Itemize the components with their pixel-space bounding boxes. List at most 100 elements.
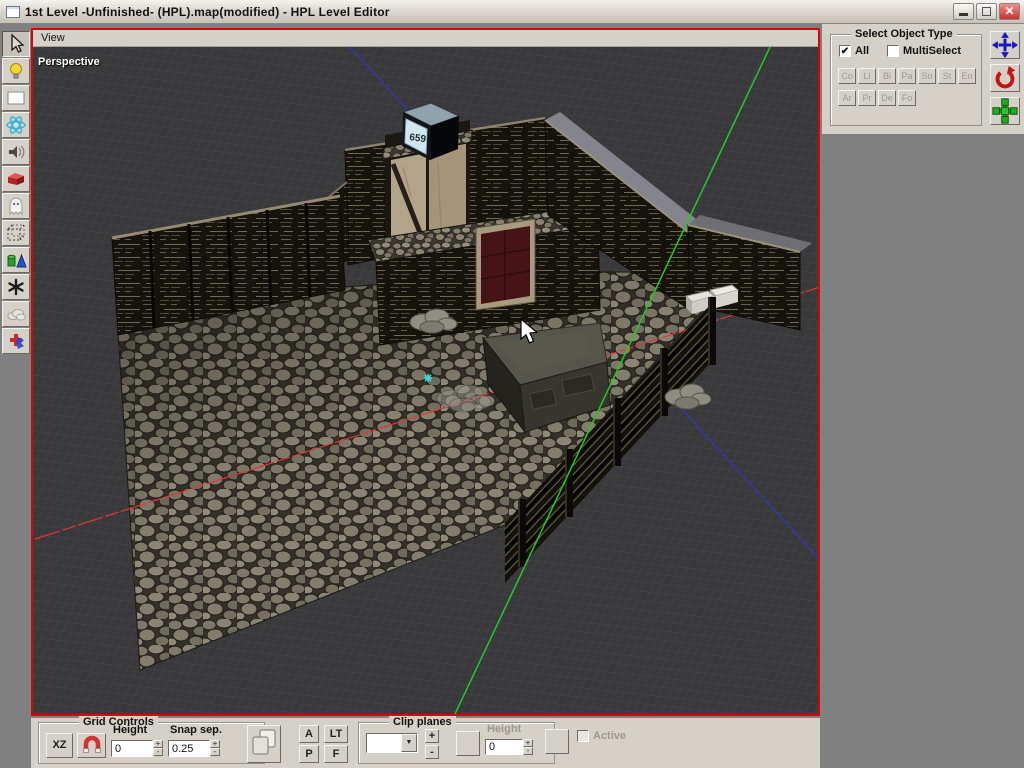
billboard-tool-button[interactable] [2, 85, 30, 111]
clip-height-label: Height [487, 723, 521, 735]
grid-plane-button[interactable]: XZ [46, 733, 73, 758]
light-bulb-icon [4, 60, 28, 82]
type-button-decal[interactable]: De [878, 90, 896, 106]
duplicate-button[interactable] [247, 725, 281, 763]
type-button-particle[interactable]: Pa [898, 68, 916, 84]
static-object-tool-button[interactable] [2, 166, 30, 192]
rotate-tool-button[interactable] [990, 64, 1020, 92]
clip-plane-dropdown[interactable]: ▼ [366, 733, 418, 753]
bottom-panel: Grid Controls XZ Height + - Snap sep. + … [31, 718, 820, 768]
area-tool-button[interactable] [2, 220, 30, 246]
primitives-icon [4, 249, 28, 271]
type-button-area[interactable]: Ar [838, 90, 856, 106]
close-icon: ✕ [1000, 4, 1019, 19]
type-buttons-row1: Co Li Bi Pa So St En [838, 68, 976, 84]
scene-3d: 659 [33, 47, 818, 714]
a-button[interactable]: A [299, 725, 319, 743]
scale-cross-icon [991, 97, 1019, 125]
red-brick-icon [4, 168, 28, 190]
compound-object-tool-button[interactable] [2, 328, 30, 354]
hpl-level-editor-window: { "window": { "title": "1st Level -Unfin… [0, 0, 1024, 768]
view-menu[interactable]: View [33, 30, 818, 47]
magnet-icon [80, 734, 104, 755]
grid-height-input[interactable] [111, 740, 153, 757]
minimize-button[interactable] [953, 3, 974, 20]
window-title: 1st Level -Unfinished- (HPL).map(modifie… [25, 5, 390, 19]
ghost-icon [4, 195, 28, 217]
billboard-icon [4, 87, 28, 109]
multiselect-checkbox[interactable] [887, 45, 899, 57]
sound-tool-button[interactable] [2, 139, 30, 165]
particle-atom-icon [4, 114, 28, 136]
speaker-icon [4, 141, 28, 163]
spin-down-icon[interactable]: - [210, 748, 220, 756]
rotate-circle-icon [991, 64, 1019, 92]
clip-active-label: Active [593, 730, 626, 742]
titlebar: 1st Level -Unfinished- (HPL).map(modifie… [0, 0, 1024, 24]
cloud-icon [4, 303, 28, 325]
dashed-cube-icon [4, 222, 28, 244]
grid-controls-group: Grid Controls XZ Height + - Snap sep. + … [38, 722, 265, 764]
dropdown-arrow-icon[interactable]: ▼ [401, 734, 417, 752]
snap-sep-input[interactable] [168, 740, 210, 757]
spin-down-icon[interactable]: - [523, 747, 533, 755]
type-button-primitive[interactable]: Pr [858, 90, 876, 106]
select-tool-button[interactable] [2, 31, 30, 57]
move-arrows-icon [991, 31, 1019, 59]
translate-tool-button[interactable] [990, 31, 1020, 59]
clip-plane-blank-button-1[interactable] [456, 731, 480, 756]
fog-area-tool-button[interactable] [2, 301, 30, 327]
spin-down-icon[interactable]: - [153, 748, 163, 756]
viewport-canvas[interactable]: Perspective [33, 47, 818, 714]
asterisk-icon [4, 276, 28, 298]
clip-height-spinner[interactable]: + - [523, 739, 533, 755]
type-button-light[interactable]: Li [858, 68, 876, 84]
entity-marker [424, 374, 432, 382]
left-toolbar [2, 31, 30, 355]
all-checkbox[interactable]: ✔ [839, 45, 851, 57]
minimize-icon [959, 13, 968, 16]
viewport-mode-label: Perspective [38, 56, 100, 68]
type-button-static[interactable]: St [938, 68, 956, 84]
snap-sep-spinner[interactable]: + - [210, 740, 220, 756]
light-tool-button[interactable] [2, 58, 30, 84]
particle-system-tool-button[interactable] [2, 112, 30, 138]
close-button[interactable]: ✕ [999, 3, 1020, 20]
clip-planes-title: Clip planes [389, 716, 456, 728]
clip-active-checkbox[interactable] [577, 730, 589, 742]
type-button-billboard[interactable]: Bi [878, 68, 896, 84]
lt-button[interactable]: LT [324, 725, 348, 743]
p-button[interactable]: P [299, 745, 319, 763]
app-window-icon [6, 6, 20, 18]
transform-toolbar [990, 31, 1020, 130]
grid-height-label: Height [113, 724, 147, 736]
type-button-fog[interactable]: Fo [898, 90, 916, 106]
f-button[interactable]: F [324, 745, 348, 763]
multiselect-checkbox-row: MultiSelect [887, 45, 961, 57]
scale-tool-button[interactable] [990, 97, 1020, 125]
maximize-button[interactable] [976, 3, 997, 20]
type-button-sound[interactable]: So [918, 68, 936, 84]
clip-plane-add-button[interactable]: + [425, 729, 439, 743]
viewport: View Perspective [31, 28, 820, 716]
decal-tool-button[interactable] [2, 274, 30, 300]
type-buttons-row2: Ar Pr De Fo [838, 90, 916, 106]
type-button-entity[interactable]: En [958, 68, 976, 84]
grid-height-spinner[interactable]: + - [153, 740, 163, 756]
cursor-arrow-icon [4, 33, 28, 55]
primitive-tool-button[interactable] [2, 247, 30, 273]
all-checkbox-row: ✔ All [839, 45, 869, 57]
type-button-compound[interactable]: Co [838, 68, 856, 84]
clip-height-input[interactable] [485, 739, 523, 755]
select-object-type-group: Select Object Type ✔ All MultiSelect Co … [830, 34, 982, 126]
compound-shapes-icon [4, 330, 28, 352]
maximize-icon [982, 7, 991, 16]
clip-planes-group: Clip planes ▼ + - Height + - [358, 722, 555, 764]
multiselect-checkbox-label: MultiSelect [903, 45, 961, 57]
snap-toggle-button[interactable] [77, 733, 106, 758]
clip-plane-blank-button-2[interactable] [545, 729, 569, 754]
select-object-type-title: Select Object Type [851, 28, 957, 40]
clip-plane-remove-button[interactable]: - [425, 745, 439, 759]
duplicate-squares-icon [249, 726, 279, 760]
entity-tool-button[interactable] [2, 193, 30, 219]
